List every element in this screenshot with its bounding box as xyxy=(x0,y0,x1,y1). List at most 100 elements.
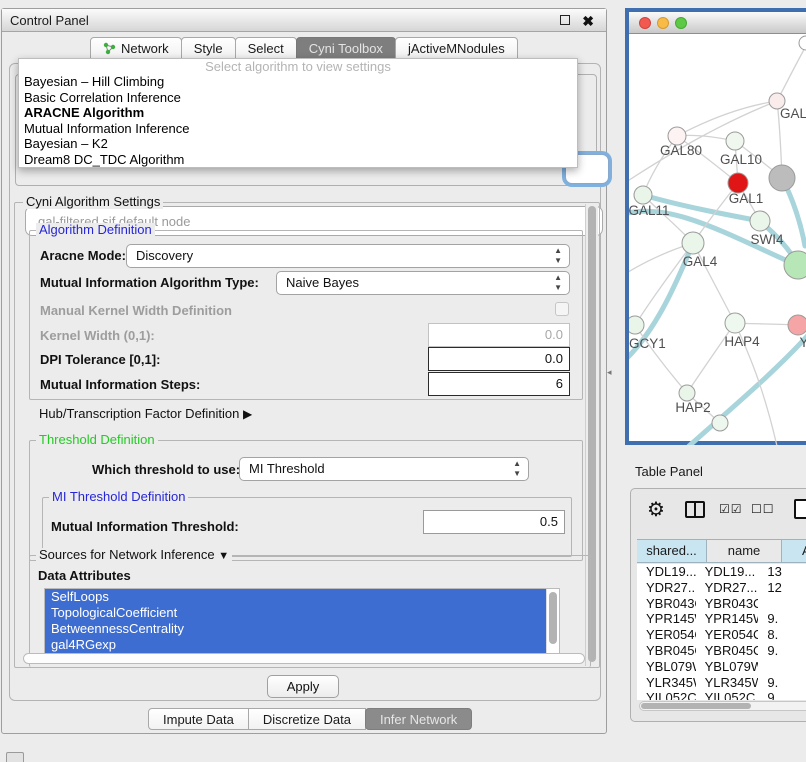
tab-impute-data[interactable]: Impute Data xyxy=(148,708,249,730)
table-cell[interactable]: YDR27... xyxy=(637,580,696,596)
table-cell[interactable] xyxy=(758,596,806,612)
network-node[interactable] xyxy=(725,313,745,333)
which-threshold-select[interactable]: MI Threshold ▲▼ xyxy=(239,457,529,481)
hub-definition-toggle[interactable]: Hub/Transcription Factor Definition ▶ xyxy=(39,406,252,421)
tab-infer-network[interactable]: Infer Network xyxy=(365,708,472,730)
table-cell[interactable]: YLR345W xyxy=(696,675,759,691)
table-cell[interactable]: YIL052C xyxy=(696,690,759,700)
table-cell[interactable]: YER054C xyxy=(637,627,696,643)
network-node[interactable] xyxy=(769,165,795,191)
network-node[interactable] xyxy=(728,173,748,193)
tab-discretize-data[interactable]: Discretize Data xyxy=(248,708,366,730)
table-row[interactable]: YBL079WYBL079W xyxy=(637,659,806,675)
kernel-width-field[interactable]: 0.0 xyxy=(428,323,570,347)
table-cell[interactable]: YBL079W xyxy=(637,659,696,675)
table-cell[interactable]: 9. xyxy=(758,675,806,691)
table-row[interactable]: YBR043CYBR043C xyxy=(637,596,806,612)
table-cell[interactable]: 9 xyxy=(758,690,806,700)
mi-steps-field[interactable]: 6 xyxy=(428,372,570,396)
list-item[interactable]: BetweennessCentrality xyxy=(45,621,559,637)
table-cell[interactable]: YBR043C xyxy=(637,596,696,612)
table-cell[interactable]: YPR145W xyxy=(696,611,759,627)
data-attributes-list[interactable]: SelfLoops TopologicalCoefficient Between… xyxy=(44,588,560,655)
table-cell[interactable]: YDL19... xyxy=(696,564,759,580)
network-node[interactable] xyxy=(629,316,644,334)
unchecked-boxes-icon[interactable]: ☐☐ xyxy=(751,502,775,516)
network-view-window[interactable]: GALGAL80GAL10GAL1GAL11SWI4GAL4GCY1HAP4YH… xyxy=(625,8,806,445)
network-node[interactable] xyxy=(712,415,728,431)
table-cell[interactable]: YLR345W xyxy=(637,675,696,691)
table-row[interactable]: YDL19...YDL19...13 xyxy=(637,564,806,580)
algorithm-option[interactable]: Mutual Information Inference xyxy=(19,121,577,137)
apply-button[interactable]: Apply xyxy=(267,675,339,698)
table-cell[interactable]: YER054C xyxy=(696,627,759,643)
table-cell[interactable]: 9. xyxy=(758,643,806,659)
table-body[interactable]: YDL19...YDL19...13YDR27...YDR27...12YBR0… xyxy=(637,564,806,700)
algorithm-option[interactable]: Basic Correlation Inference xyxy=(19,90,577,106)
network-node[interactable] xyxy=(682,232,704,254)
network-node[interactable] xyxy=(750,211,770,231)
table-row[interactable]: YDR27...YDR27...12 xyxy=(637,580,806,596)
network-node[interactable] xyxy=(799,36,806,50)
table-cell[interactable]: YBL079W xyxy=(696,659,759,675)
splitter-collapse-arrow[interactable]: ◂ xyxy=(607,367,612,378)
algorithm-option[interactable]: Bayesian – Hill Climbing xyxy=(19,74,577,90)
columns-icon[interactable] xyxy=(685,501,705,518)
table-cell[interactable]: 13 xyxy=(758,564,806,580)
network-node[interactable] xyxy=(784,251,806,279)
table-row[interactable]: YLR345WYLR345W9. xyxy=(637,675,806,691)
table-row[interactable]: YER054CYER054C8. xyxy=(637,627,806,643)
settings-horizontal-scrollbar[interactable] xyxy=(23,653,585,664)
column-header-shared-name[interactable]: shared... xyxy=(637,540,707,562)
network-node[interactable] xyxy=(726,132,744,150)
corner-button-partial[interactable] xyxy=(6,752,24,762)
sources-toggle[interactable]: Sources for Network Inference ▼ xyxy=(36,548,232,563)
zoom-traffic-light-icon[interactable] xyxy=(675,17,687,29)
table-cell[interactable]: 8. xyxy=(758,627,806,643)
network-edge[interactable] xyxy=(777,46,806,101)
table-row[interactable]: YIL052CYIL052C9 xyxy=(637,690,806,700)
network-node[interactable] xyxy=(788,315,806,335)
gear-icon[interactable]: ⚙ xyxy=(647,497,665,522)
list-item[interactable]: TopologicalCoefficient xyxy=(45,605,559,621)
network-edge[interactable] xyxy=(677,101,777,136)
tab-style[interactable]: Style xyxy=(181,37,236,60)
network-node[interactable] xyxy=(679,385,695,401)
list-vertical-scrollbar[interactable] xyxy=(546,589,559,654)
column-header-name[interactable]: name xyxy=(707,540,782,562)
network-node[interactable] xyxy=(634,186,652,204)
document-icon[interactable] xyxy=(794,499,806,519)
table-row[interactable]: YBR045CYBR045C9. xyxy=(637,643,806,659)
minimize-traffic-light-icon[interactable] xyxy=(657,17,669,29)
table-cell[interactable]: YBR045C xyxy=(696,643,759,659)
tab-network[interactable]: Network xyxy=(90,37,182,60)
table-cell[interactable]: YBR043C xyxy=(696,596,759,612)
table-cell[interactable] xyxy=(758,659,806,675)
table-cell[interactable]: YDL19... xyxy=(637,564,696,580)
list-item[interactable]: SelfLoops xyxy=(45,589,559,605)
algorithm-option[interactable]: Bayesian – K2 xyxy=(19,136,577,152)
table-cell[interactable]: 9. xyxy=(758,611,806,627)
mi-threshold-field[interactable]: 0.5 xyxy=(423,510,565,534)
control-panel-titlebar[interactable]: Control Panel ✖ xyxy=(2,9,606,32)
network-window-titlebar[interactable] xyxy=(629,12,806,34)
table-cell[interactable]: YPR145W xyxy=(637,611,696,627)
close-traffic-light-icon[interactable] xyxy=(639,17,651,29)
network-canvas[interactable]: GALGAL80GAL10GAL1GAL11SWI4GAL4GCY1HAP4YH… xyxy=(629,34,806,445)
manual-kernel-checkbox[interactable] xyxy=(555,302,569,316)
tab-cyni-toolbox[interactable]: Cyni Toolbox xyxy=(296,37,396,60)
tab-select[interactable]: Select xyxy=(235,37,297,60)
algorithm-option-selected[interactable]: ARACNE Algorithm xyxy=(19,105,577,121)
checked-boxes-icon[interactable]: ☑☑ xyxy=(719,502,743,516)
table-cell[interactable]: YDR27... xyxy=(696,580,759,596)
close-icon[interactable]: ✖ xyxy=(582,11,594,31)
mi-type-select[interactable]: Naive Bayes ▲▼ xyxy=(276,271,570,295)
tab-jactivemnodules[interactable]: jActiveMNodules xyxy=(395,37,518,60)
table-cell[interactable]: YIL052C xyxy=(637,690,696,700)
table-cell[interactable]: YBR045C xyxy=(637,643,696,659)
algorithm-option[interactable]: Dream8 DC_TDC Algorithm xyxy=(19,152,577,168)
table-row[interactable]: YPR145WYPR145W9. xyxy=(637,611,806,627)
float-window-icon[interactable] xyxy=(560,15,570,25)
aracne-mode-select[interactable]: Discovery ▲▼ xyxy=(126,244,570,268)
dpi-tolerance-field[interactable]: 0.0 xyxy=(428,347,570,371)
